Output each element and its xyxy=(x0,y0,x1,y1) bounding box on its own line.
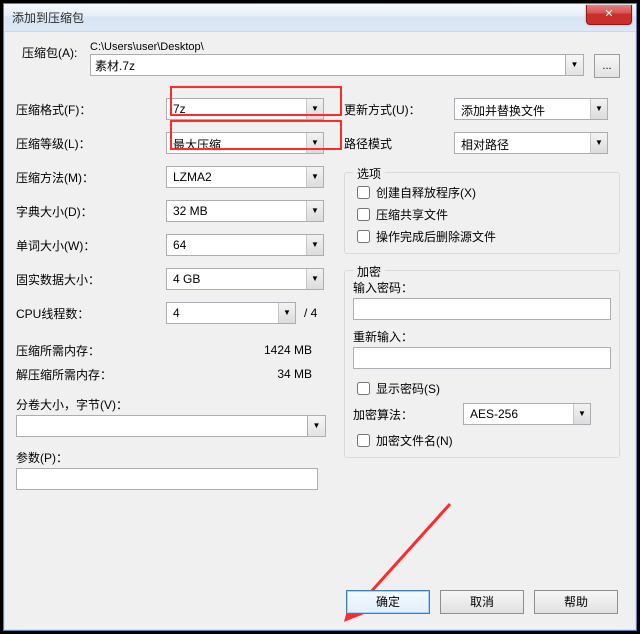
mem-comp-label: 压缩所需内存： xyxy=(16,342,166,359)
algo-combo[interactable]: AES-256 ▼ xyxy=(463,403,591,425)
options-group: 选项 创建自释放程序(X) 压缩共享文件 操作完成后删除源文件 xyxy=(344,172,620,254)
encrypt-names-checkbox[interactable] xyxy=(357,434,370,447)
archive-path-label: 压缩包(A): xyxy=(16,44,86,61)
format-combo[interactable]: 7z ▼ xyxy=(166,98,324,120)
split-dropdown-icon[interactable]: ▼ xyxy=(308,415,326,437)
solid-label: 固实数据大小： xyxy=(16,271,166,288)
level-label: 压缩等级(L)： xyxy=(16,135,166,152)
chevron-down-icon: ▼ xyxy=(306,99,323,119)
show-password-checkbox[interactable] xyxy=(357,382,370,395)
chevron-down-icon: ▼ xyxy=(306,201,323,221)
algo-label: 加密算法： xyxy=(353,406,463,423)
chevron-down-icon: ▼ xyxy=(306,133,323,153)
opt-share-row[interactable]: 压缩共享文件 xyxy=(353,203,611,225)
cpu-total-label: / 4 xyxy=(304,306,317,320)
encrypt-legend: 加密 xyxy=(353,263,385,280)
params-label: 参数(P)： xyxy=(16,449,326,466)
word-label: 单词大小(W)： xyxy=(16,237,166,254)
method-label: 压缩方法(M)： xyxy=(16,169,166,186)
solid-combo[interactable]: 4 GB ▼ xyxy=(166,268,324,290)
right-column: 更新方式(U)： 添加并替换文件 ▼ 路径模式 相对路径 ▼ xyxy=(326,92,630,490)
level-combo[interactable]: 最大压缩 ▼ xyxy=(166,132,324,154)
mem-comp-value: 1424 MB xyxy=(166,343,326,357)
client-area: 压缩包(A): C:\Users\user\Desktop\ ▼ ... xyxy=(10,34,630,624)
options-legend: 选项 xyxy=(353,165,385,182)
pwd-label: 输入密码： xyxy=(353,279,611,296)
browse-button[interactable]: ... xyxy=(594,54,620,78)
word-combo[interactable]: 64 ▼ xyxy=(166,234,324,256)
chevron-down-icon: ▼ xyxy=(590,133,607,153)
chevron-down-icon: ▼ xyxy=(306,167,323,187)
titlebar: 添加到压缩包 ✕ xyxy=(4,4,636,32)
mem-decomp-value: 34 MB xyxy=(166,367,326,381)
encrypt-group: 加密 输入密码： 重新输入： 显示密码(S) 加密算法： AES-256 xyxy=(344,270,620,458)
window-title: 添加到压缩包 xyxy=(12,9,84,26)
opt-share-checkbox[interactable] xyxy=(357,208,370,221)
password-input[interactable] xyxy=(353,298,611,320)
cpu-label: CPU线程数： xyxy=(16,305,166,322)
chevron-down-icon: ▼ xyxy=(306,269,323,289)
chevron-down-icon: ▼ xyxy=(306,235,323,255)
archive-file-dropdown-icon[interactable]: ▼ xyxy=(566,54,584,76)
mem-decomp-label: 解压缩所需内存： xyxy=(16,366,166,383)
help-button[interactable]: 帮助 xyxy=(534,590,618,614)
chevron-down-icon: ▼ xyxy=(573,404,590,424)
cpu-combo[interactable]: 4 ▼ xyxy=(166,302,296,324)
method-combo[interactable]: LZMA2 ▼ xyxy=(166,166,324,188)
format-label: 压缩格式(F)： xyxy=(16,101,166,118)
opt-sfx-row[interactable]: 创建自释放程序(X) xyxy=(353,181,611,203)
split-size-input[interactable] xyxy=(16,415,308,437)
opt-delete-row[interactable]: 操作完成后删除源文件 xyxy=(353,225,611,247)
archive-path-prefix: C:\Users\user\Desktop\ xyxy=(90,41,620,54)
left-column: 压缩格式(F)： 7z ▼ 压缩等级(L)： 最大压缩 ▼ xyxy=(10,92,326,490)
update-combo[interactable]: 添加并替换文件 ▼ xyxy=(454,98,608,120)
dict-label: 字典大小(D)： xyxy=(16,203,166,220)
cancel-button[interactable]: 取消 xyxy=(440,590,524,614)
chevron-down-icon: ▼ xyxy=(278,303,295,323)
pathmode-combo[interactable]: 相对路径 ▼ xyxy=(454,132,608,154)
opt-sfx-checkbox[interactable] xyxy=(357,186,370,199)
update-label: 更新方式(U)： xyxy=(344,101,454,118)
archive-file-input[interactable] xyxy=(90,54,566,76)
split-label: 分卷大小，字节(V)： xyxy=(16,396,326,413)
pathmode-label: 路径模式 xyxy=(344,135,454,152)
ok-button[interactable]: 确定 xyxy=(346,590,430,614)
opt-delete-checkbox[interactable] xyxy=(357,230,370,243)
pwd2-label: 重新输入： xyxy=(353,328,611,345)
password-confirm-input[interactable] xyxy=(353,347,611,369)
dialog-window: 添加到压缩包 ✕ 压缩包(A): C:\Users\user\Desktop\ … xyxy=(3,3,637,631)
encrypt-names-row[interactable]: 加密文件名(N) xyxy=(353,429,611,451)
params-input[interactable] xyxy=(16,468,318,490)
close-icon: ✕ xyxy=(604,8,613,20)
dialog-buttons: 确定 取消 帮助 xyxy=(346,590,618,614)
show-password-row[interactable]: 显示密码(S) xyxy=(353,377,611,399)
chevron-down-icon: ▼ xyxy=(590,99,607,119)
close-button[interactable]: ✕ xyxy=(586,5,632,25)
dict-combo[interactable]: 32 MB ▼ xyxy=(166,200,324,222)
